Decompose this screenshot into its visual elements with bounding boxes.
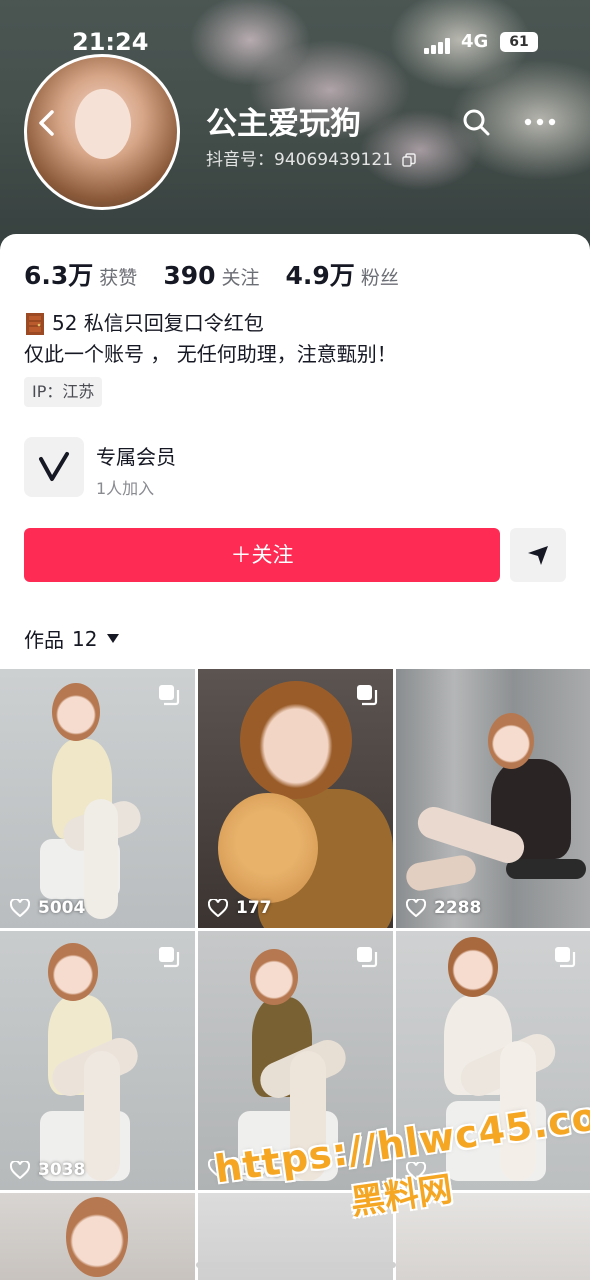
- like-count: 3038: [10, 1160, 85, 1180]
- multi-image-icon: [555, 947, 576, 968]
- caret-down-icon: [107, 634, 120, 643]
- stat-following[interactable]: 390 关注: [163, 261, 259, 290]
- stat-label: 获赞: [99, 267, 138, 289]
- like-count-text: 177: [236, 898, 272, 918]
- stat-label: 粉丝: [360, 267, 399, 289]
- network-type: 4G: [461, 31, 489, 52]
- share-icon: [528, 546, 548, 565]
- stat-followers[interactable]: 4.9万 粉丝: [286, 256, 399, 292]
- bio-text: 仅此一个账号 ， 无任何助理，注意甄别！: [24, 342, 397, 366]
- membership-title: 专属会员: [96, 445, 176, 469]
- bio-line: 仅此一个账号 ， 无任何助理，注意甄别！: [24, 339, 397, 370]
- bio-line: 52 私信只回复口令红包: [24, 308, 397, 339]
- share-button[interactable]: [510, 528, 566, 582]
- like-count: 5004: [10, 898, 85, 918]
- like-count: 2288: [406, 898, 481, 918]
- works-label: 作品: [24, 628, 64, 652]
- more-icon[interactable]: [524, 118, 556, 126]
- stat-value: 390: [163, 261, 216, 290]
- heart-icon: [10, 899, 30, 917]
- video-tile[interactable]: 177: [198, 669, 393, 928]
- tab-works[interactable]: 作品 12: [24, 624, 120, 653]
- back-icon[interactable]: [34, 108, 60, 138]
- like-count: 177: [208, 898, 272, 918]
- stat-label: 关注: [221, 267, 260, 289]
- video-tile[interactable]: [0, 1193, 195, 1280]
- home-indicator[interactable]: [196, 1262, 396, 1268]
- like-count-text: 3038: [38, 1160, 86, 1180]
- works-grid: 5004 177 2288 3038 1.5万: [0, 669, 590, 1280]
- search-icon[interactable]: [462, 108, 490, 136]
- video-tile[interactable]: 5004: [0, 669, 195, 928]
- status-time: 21:24: [72, 28, 149, 56]
- douyin-id-text: 抖音号：94069439121: [206, 150, 393, 170]
- door-icon: [26, 312, 44, 335]
- like-count-text: 2288: [434, 898, 482, 918]
- stat-value: 6.3万: [24, 261, 94, 290]
- multi-image-icon: [357, 685, 378, 706]
- membership-subtitle: 1人加入: [96, 479, 155, 498]
- heart-icon: [208, 899, 228, 917]
- copy-icon[interactable]: [402, 153, 417, 167]
- douyin-id[interactable]: 抖音号：94069439121: [206, 145, 417, 170]
- video-tile[interactable]: 3038: [0, 931, 195, 1190]
- multi-image-icon: [159, 685, 180, 706]
- stat-likes[interactable]: 6.3万 获赞: [24, 256, 137, 292]
- vip-logo-icon: [24, 437, 84, 497]
- ip-location-tag: IP：江苏: [24, 377, 103, 407]
- profile-stats: 6.3万 获赞 390 关注 4.9万 粉丝: [24, 256, 425, 292]
- bio-text: 52 私信只回复口令红包: [52, 311, 264, 335]
- video-tile[interactable]: 2288: [396, 669, 590, 928]
- heart-icon: [10, 1161, 30, 1179]
- membership-entry[interactable]: 专属会员 1人加入: [24, 437, 424, 499]
- multi-image-icon: [159, 947, 180, 968]
- heart-icon: [406, 899, 426, 917]
- profile-nickname: 公主爱玩狗: [206, 106, 361, 142]
- signal-icon: [424, 38, 454, 54]
- works-count: 12: [72, 626, 98, 651]
- profile-card: 6.3万 获赞 390 关注 4.9万 粉丝 52 私信只回复口令红包 仅此一个…: [0, 234, 590, 668]
- profile-bio: 52 私信只回复口令红包 仅此一个账号 ， 无任何助理，注意甄别！: [24, 308, 397, 370]
- follow-button[interactable]: ＋关注: [24, 528, 500, 582]
- stat-value: 4.9万: [285, 261, 355, 290]
- multi-image-icon: [357, 947, 378, 968]
- battery-indicator: 61: [500, 32, 538, 52]
- like-count-text: 5004: [38, 898, 86, 918]
